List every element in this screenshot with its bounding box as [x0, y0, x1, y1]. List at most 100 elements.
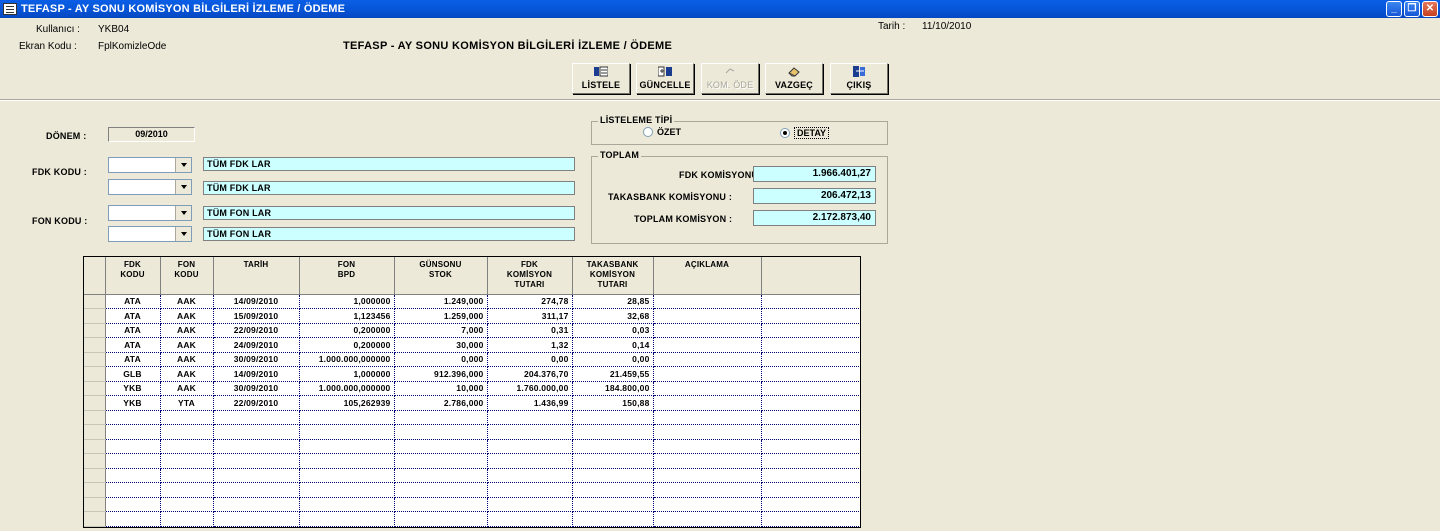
table-cell[interactable]: 1,32	[487, 337, 573, 353]
table-cell[interactable]	[160, 468, 214, 483]
table-cell[interactable]: 0,000	[394, 352, 488, 367]
table-cell[interactable]	[213, 453, 300, 469]
table-cell[interactable]	[213, 497, 300, 512]
guncelle-button[interactable]: GÜNCELLE	[636, 63, 694, 94]
chevron-down-icon[interactable]	[175, 158, 191, 172]
table-cell[interactable]	[105, 410, 161, 425]
table-cell[interactable]	[487, 439, 573, 454]
table-cell[interactable]: 1.436,99	[487, 395, 573, 411]
table-cell[interactable]	[653, 308, 762, 324]
table-cell[interactable]	[572, 424, 654, 440]
table-cell[interactable]	[299, 511, 395, 527]
table-cell[interactable]: 311,17	[487, 308, 573, 324]
table-cell[interactable]: AAK	[160, 381, 214, 396]
table-row-empty[interactable]	[84, 482, 860, 498]
table-cell[interactable]: ATA	[105, 323, 161, 338]
listele-button[interactable]: LİSTELE	[572, 63, 630, 94]
fon-kodu-1-select[interactable]	[108, 205, 192, 221]
table-cell[interactable]: 22/09/2010	[213, 323, 300, 338]
column-header[interactable]: FON KODU	[160, 257, 214, 295]
table-cell[interactable]: 1.249,000	[394, 294, 488, 309]
table-cell[interactable]: ATA	[105, 337, 161, 353]
row-indicator[interactable]	[84, 352, 106, 367]
column-header[interactable]: GÜNSONU STOK	[394, 257, 488, 295]
row-indicator[interactable]	[84, 468, 106, 483]
table-row-empty[interactable]	[84, 424, 860, 440]
table-cell[interactable]: 0,31	[487, 323, 573, 338]
donem-field[interactable]: 09/2010	[108, 127, 195, 142]
table-cell[interactable]	[160, 424, 214, 440]
table-cell[interactable]: YKB	[105, 381, 161, 396]
table-cell[interactable]	[213, 424, 300, 440]
vazgec-button[interactable]: VAZGEÇ	[765, 63, 823, 94]
table-cell[interactable]	[761, 497, 860, 512]
table-cell[interactable]	[572, 410, 654, 425]
table-cell[interactable]	[105, 439, 161, 454]
table-cell[interactable]	[160, 453, 214, 469]
table-cell[interactable]	[487, 497, 573, 512]
table-cell[interactable]	[572, 468, 654, 483]
table-cell[interactable]: 10,000	[394, 381, 488, 396]
table-cell[interactable]: 150,88	[572, 395, 654, 411]
row-indicator[interactable]	[84, 395, 106, 411]
radio-detay[interactable]: DETAY	[780, 127, 830, 139]
kom-ode-button[interactable]: KOM. ÖDE	[701, 63, 759, 94]
table-cell[interactable]	[653, 511, 762, 527]
fon-kodu-2-select[interactable]	[108, 226, 192, 242]
row-indicator[interactable]	[84, 410, 106, 425]
table-row[interactable]: ATA AAK 14/09/2010 1,000000 1.249,000 274,78 2…	[84, 294, 860, 309]
row-indicator[interactable]	[84, 497, 106, 512]
column-header[interactable]: FDK KOMİSYON TUTARI	[487, 257, 573, 295]
table-cell[interactable]	[105, 453, 161, 469]
table-row-empty[interactable]	[84, 468, 860, 483]
cikis-button[interactable]: ÇIKIŞ	[830, 63, 888, 94]
table-cell[interactable]	[299, 482, 395, 498]
table-cell[interactable]	[213, 511, 300, 527]
column-header[interactable]: TAKASBANK KOMİSYON TUTARI	[572, 257, 654, 295]
table-cell[interactable]	[160, 511, 214, 527]
table-row-empty[interactable]	[84, 410, 860, 425]
table-cell[interactable]	[572, 482, 654, 498]
table-cell[interactable]	[394, 497, 488, 512]
commission-grid[interactable]: FDK KODU FON KODU TARİH FON BPD GÜNSONU STOK FDK K…	[83, 256, 861, 528]
table-cell[interactable]	[653, 352, 762, 367]
row-indicator[interactable]	[84, 294, 106, 309]
table-cell[interactable]: 0,00	[572, 352, 654, 367]
row-indicator[interactable]	[84, 381, 106, 396]
table-cell[interactable]: 184.800,00	[572, 381, 654, 396]
table-row-empty[interactable]	[84, 453, 860, 469]
table-cell[interactable]	[487, 468, 573, 483]
table-cell[interactable]	[761, 439, 860, 454]
table-cell[interactable]: ATA	[105, 352, 161, 367]
column-header[interactable]: FDK KODU	[105, 257, 161, 295]
row-indicator[interactable]	[84, 323, 106, 338]
column-header[interactable]: FON BPD	[299, 257, 395, 295]
table-cell[interactable]	[394, 468, 488, 483]
chevron-down-icon[interactable]	[175, 227, 191, 241]
table-cell[interactable]: 14/09/2010	[213, 366, 300, 382]
table-cell[interactable]: GLB	[105, 366, 161, 382]
table-cell[interactable]	[572, 497, 654, 512]
table-cell[interactable]: 0,03	[572, 323, 654, 338]
table-cell[interactable]: ATA	[105, 308, 161, 324]
table-cell[interactable]: 912.396,000	[394, 366, 488, 382]
row-indicator[interactable]	[84, 337, 106, 353]
table-cell[interactable]	[394, 424, 488, 440]
table-cell[interactable]	[213, 410, 300, 425]
table-cell[interactable]	[653, 366, 762, 382]
table-cell[interactable]	[487, 410, 573, 425]
table-cell[interactable]: 274,78	[487, 294, 573, 309]
table-cell[interactable]	[653, 424, 762, 440]
table-cell[interactable]	[761, 424, 860, 440]
table-cell[interactable]: 1,123456	[299, 308, 395, 324]
table-cell[interactable]	[160, 497, 214, 512]
row-indicator[interactable]	[84, 366, 106, 382]
table-cell[interactable]: 1.000.000,000000	[299, 352, 395, 367]
table-cell[interactable]	[487, 482, 573, 498]
table-cell[interactable]: AAK	[160, 294, 214, 309]
table-cell[interactable]: 1.760.000,00	[487, 381, 573, 396]
table-cell[interactable]: AAK	[160, 366, 214, 382]
table-row[interactable]: ATA AAK 30/09/2010 1.000.000,000000 0,000 0,0…	[84, 352, 860, 367]
table-cell[interactable]: 2.786,000	[394, 395, 488, 411]
table-cell[interactable]: 0,14	[572, 337, 654, 353]
